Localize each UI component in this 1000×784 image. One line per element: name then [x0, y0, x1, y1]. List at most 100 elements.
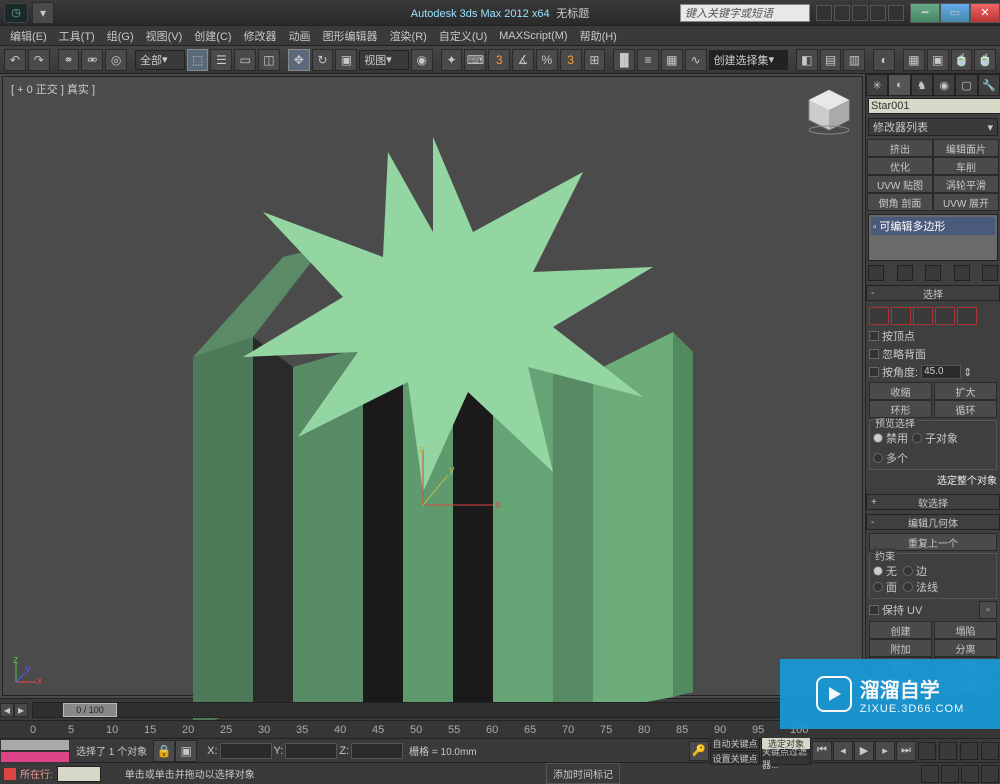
mirror-button[interactable]: ▐▌	[613, 49, 635, 71]
collapse-button[interactable]: 塌陷	[934, 621, 997, 639]
create-button[interactable]: 创建	[869, 621, 932, 639]
by-angle-checkbox[interactable]: 按角度: 45.0⇕	[869, 364, 997, 380]
prev-frame-icon[interactable]: ◂	[833, 741, 853, 761]
angle-snap-button[interactable]: ∡	[512, 49, 534, 71]
select-button[interactable]: ⬚	[187, 49, 209, 71]
play-icon[interactable]: ▶	[854, 741, 874, 761]
move-gizmo-icon[interactable]: x z y	[383, 445, 503, 525]
nav-pan-icon[interactable]	[921, 765, 939, 783]
timeline-left-icon[interactable]: ◂	[0, 703, 14, 717]
quick-optimize-button[interactable]: 优化	[867, 157, 933, 175]
quick-turbosmooth-button[interactable]: 涡轮平滑	[933, 175, 999, 193]
rollout-selection-header[interactable]: 选择	[866, 285, 1000, 301]
link-button[interactable]: ⚭	[58, 49, 80, 71]
border-subobj-icon[interactable]	[913, 307, 933, 325]
constraint-none-radio[interactable]: 无	[873, 563, 897, 579]
refcoord-select[interactable]: 视图 ▾	[359, 50, 409, 70]
shrink-button[interactable]: 收缩	[869, 382, 932, 400]
edge-subobj-icon[interactable]	[891, 307, 911, 325]
viewport[interactable]: [ + 0 正交 ] 真实 ]	[2, 76, 863, 696]
constraint-normal-radio[interactable]: 法线	[903, 579, 938, 595]
render-setup-button[interactable]: ▦	[903, 49, 925, 71]
help-search-input[interactable]: 键入关键字或短语	[680, 4, 810, 22]
remove-mod-icon[interactable]	[954, 265, 970, 281]
script-rec-icon[interactable]	[4, 768, 16, 780]
menu-tools[interactable]: 工具(T)	[55, 26, 99, 46]
timeline-right-icon[interactable]: ▸	[14, 703, 28, 717]
stack-item-editable-poly[interactable]: ▫ 可编辑多边形	[871, 217, 995, 235]
modifier-list-select[interactable]: 修改器列表▾	[868, 118, 998, 136]
preview-disable-radio[interactable]: 禁用	[873, 430, 908, 446]
menu-animation[interactable]: 动画	[285, 26, 315, 46]
nav-zoomall-icon[interactable]	[939, 742, 957, 760]
detach-button[interactable]: 分离	[934, 639, 997, 657]
preview-subobj-radio[interactable]: 子对象	[912, 430, 958, 446]
autokey-button[interactable]: 自动关键点	[710, 736, 760, 750]
grow-button[interactable]: 扩大	[934, 382, 997, 400]
quick-uvwmap-button[interactable]: UVW 贴图	[867, 175, 933, 193]
utilities-tab[interactable]: 🔧	[978, 74, 1000, 96]
motion-tab[interactable]: ◉	[933, 74, 955, 96]
goto-start-icon[interactable]: ⏮	[812, 741, 832, 761]
x-input[interactable]	[220, 743, 272, 759]
menu-edit[interactable]: 编辑(E)	[6, 26, 51, 46]
layers-button[interactable]: ▦	[661, 49, 683, 71]
vertex-subobj-icon[interactable]	[869, 307, 889, 325]
nav-fov-icon[interactable]	[960, 742, 978, 760]
help-icon[interactable]	[888, 5, 904, 21]
nav-orbit-icon[interactable]	[961, 765, 979, 783]
quick-uvwunwrap-button[interactable]: UVW 展开	[933, 193, 999, 211]
rendered-frame-button[interactable]: ▣	[927, 49, 949, 71]
modify-tab[interactable]: ◐	[888, 74, 910, 96]
favorites-icon[interactable]	[870, 5, 886, 21]
toggle-button[interactable]: ◧	[796, 49, 818, 71]
configure-icon[interactable]	[982, 265, 998, 281]
menu-grapheditors[interactable]: 图形编辑器	[319, 26, 382, 46]
bind-button[interactable]: ◎	[105, 49, 127, 71]
keyfilter-button[interactable]: 关键点过滤器...	[761, 751, 811, 765]
menu-view[interactable]: 视图(V)	[142, 26, 187, 46]
named-sets-select[interactable]: 创建选择集 ▾	[709, 50, 788, 70]
unlink-button[interactable]: ⚮	[81, 49, 103, 71]
goto-end-icon[interactable]: ⏭	[896, 741, 916, 761]
show-end-icon[interactable]	[897, 265, 913, 281]
nav-zoomext-icon[interactable]	[981, 742, 999, 760]
rollout-softselect-header[interactable]: 软选择	[866, 494, 1000, 510]
keyboard-button[interactable]: ⌨	[464, 49, 486, 71]
modifier-stack[interactable]: ▫ 可编辑多边形	[868, 214, 998, 261]
menu-maxscript[interactable]: MAXScript(M)	[495, 28, 571, 44]
unique-icon[interactable]	[925, 265, 941, 281]
viewcube-icon[interactable]	[804, 85, 854, 135]
menu-modifiers[interactable]: 修改器	[240, 26, 281, 46]
next-frame-icon[interactable]: ▸	[875, 741, 895, 761]
menu-customize[interactable]: 自定义(U)	[435, 26, 491, 46]
quick-lathe-button[interactable]: 车削	[933, 157, 999, 175]
spinner-snap-button[interactable]: 3	[560, 49, 582, 71]
edit-named-button[interactable]: ⊞	[584, 49, 606, 71]
select-move-button[interactable]: ✥	[288, 49, 310, 71]
graph-button[interactable]: ▤	[820, 49, 842, 71]
select-name-button[interactable]: ☰	[210, 49, 232, 71]
manipulate-button[interactable]: ✦	[441, 49, 463, 71]
isolate-icon[interactable]: ▣	[175, 740, 197, 762]
quick-bevelprof-button[interactable]: 倒角 剖面	[867, 193, 933, 211]
pin-stack-icon[interactable]	[868, 265, 884, 281]
window-crossing-button[interactable]: ◫	[258, 49, 280, 71]
y-input[interactable]	[285, 743, 337, 759]
menu-rendering[interactable]: 渲染(R)	[386, 26, 431, 46]
search-icon[interactable]	[816, 5, 832, 21]
quick-extrude-button[interactable]: 挤出	[867, 139, 933, 157]
close-button[interactable]: ✕	[970, 3, 1000, 23]
z-input[interactable]	[351, 743, 403, 759]
nav-maximize-icon[interactable]	[981, 765, 999, 783]
snap-toggle-button[interactable]: 3	[488, 49, 510, 71]
rollout-editgeo-header[interactable]: 编辑几何体	[866, 514, 1000, 530]
select-scale-button[interactable]: ▣	[335, 49, 357, 71]
hierarchy-tab[interactable]: ♞	[911, 74, 933, 96]
lock-selection-icon[interactable]: 🔒	[153, 740, 175, 762]
app-logo-icon[interactable]: ◷	[4, 3, 28, 23]
create-tab[interactable]: ✳	[866, 74, 888, 96]
qat-button[interactable]: ▾	[32, 2, 54, 24]
time-slider-thumb[interactable]: 0 / 100	[63, 703, 117, 717]
pivot-button[interactable]: ◉	[411, 49, 433, 71]
